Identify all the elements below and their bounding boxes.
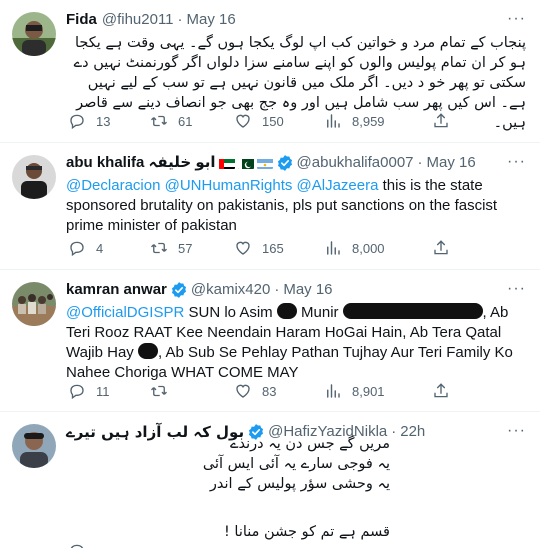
- retweet-button[interactable]: 57: [150, 239, 192, 257]
- avatar[interactable]: [12, 424, 56, 468]
- tweet-text: @Declaracion @UNHumanRights @AlJazeera t…: [66, 176, 526, 236]
- like-button[interactable]: 83: [234, 382, 276, 400]
- share-icon: [432, 112, 450, 130]
- reply-button[interactable]: 13: [68, 112, 110, 130]
- share-button[interactable]: [432, 112, 460, 130]
- avatar[interactable]: [12, 155, 56, 199]
- display-name[interactable]: Fida: [66, 10, 97, 30]
- poem-line: مریں گے جس دن یہ درندے: [230, 436, 390, 452]
- reply-count: 11: [96, 383, 110, 399]
- tweet-2[interactable]: abu khalifa ابو خلیفہ @abukhalifa0007 · …: [0, 143, 540, 270]
- timestamp[interactable]: May 16: [187, 10, 236, 30]
- reply-count: 4: [96, 240, 104, 256]
- more-icon[interactable]: ···: [507, 280, 526, 298]
- more-icon[interactable]: ···: [507, 10, 526, 28]
- redaction-mark: [342, 303, 483, 319]
- poem-line: یہ وحشی سؤر پولیس کے اندر: [209, 476, 390, 492]
- reply-icon: [68, 112, 86, 130]
- views-button[interactable]: 8,901: [324, 382, 385, 400]
- like-count: 165: [262, 240, 284, 256]
- handle[interactable]: @fihu2011: [102, 10, 174, 30]
- verified-icon: [276, 154, 294, 172]
- uae-flag-icon: [218, 157, 235, 169]
- view-count: 8,959: [352, 113, 385, 129]
- like-button[interactable]: 165: [234, 239, 284, 257]
- share-button[interactable]: [432, 382, 460, 400]
- argentina-flag-icon: [256, 157, 273, 169]
- handle[interactable]: @kamix420: [191, 280, 270, 300]
- share-button[interactable]: [432, 239, 460, 257]
- tweet-1[interactable]: Fida @fihu2011 · May 16 ··· پنجاب کے تما…: [0, 0, 540, 143]
- poem-line: قسم ہے تم کو جشن منانا !: [223, 524, 390, 540]
- avatar[interactable]: [12, 12, 56, 56]
- verified-icon: [170, 281, 188, 299]
- redaction-mark: [276, 303, 297, 319]
- display-name[interactable]: kamran anwar: [66, 280, 167, 300]
- separator: ·: [177, 11, 183, 28]
- display-name[interactable]: abu khalifa ابو خلیفہ: [66, 153, 216, 173]
- views-icon: [324, 239, 342, 257]
- reply-count: 13: [96, 113, 111, 129]
- mention-link[interactable]: @OfficialDGISPR: [66, 304, 184, 321]
- views-button[interactable]: 8,000: [324, 239, 385, 257]
- tweet-text-part: Munir: [296, 304, 339, 321]
- pakistan-flag-icon: [237, 157, 254, 169]
- retweet-icon: [150, 382, 168, 400]
- retweet-button[interactable]: 61: [150, 112, 192, 130]
- poem-line: یہ فوجی سارے یہ آئی ایس آئی: [202, 456, 390, 472]
- timestamp[interactable]: May 16: [427, 153, 476, 173]
- reply-button[interactable]: 11: [68, 382, 110, 400]
- timestamp[interactable]: May 16: [283, 280, 332, 300]
- avatar[interactable]: [12, 282, 56, 326]
- view-count: 8,000: [352, 240, 385, 256]
- retweet-count: 61: [178, 113, 193, 129]
- separator: ·: [274, 281, 280, 298]
- share-icon: [432, 382, 450, 400]
- like-count: 150: [262, 113, 284, 129]
- redaction-mark: [137, 343, 158, 359]
- handle[interactable]: @abukhalifa0007: [297, 153, 414, 173]
- poem-line: [66, 494, 390, 514]
- retweet-icon: [150, 239, 168, 257]
- reply-icon: [68, 382, 86, 400]
- share-icon: [432, 239, 450, 257]
- like-icon: [234, 112, 252, 130]
- retweet-count: 57: [178, 240, 193, 256]
- tweet-text: مریں گے جس دن یہ درندے یہ فوجی سارے یہ آ…: [66, 434, 390, 542]
- separator: ·: [417, 154, 423, 171]
- timestamp[interactable]: 22h: [400, 422, 425, 442]
- tweet-4[interactable]: بول کہ لب آزاد ہیں تیرے @HafizYazidNikla…: [0, 412, 540, 548]
- tweet-text: @OfficialDGISPR SUN lo Asim Munir, Ab Te…: [66, 303, 526, 383]
- reply-icon: [68, 542, 86, 548]
- separator: ·: [391, 423, 397, 440]
- more-icon[interactable]: ···: [507, 153, 526, 171]
- reply-icon: [68, 239, 86, 257]
- reply-button[interactable]: [68, 542, 96, 548]
- views-button[interactable]: 8,959: [324, 112, 385, 130]
- views-icon: [324, 112, 342, 130]
- view-count: 8,901: [352, 383, 385, 399]
- like-icon: [234, 382, 252, 400]
- reply-button[interactable]: 4: [68, 239, 103, 257]
- tweet-3[interactable]: kamran anwar @kamix420 · May 16 ··· @Off…: [0, 270, 540, 412]
- retweet-icon: [150, 112, 168, 130]
- more-icon[interactable]: ···: [507, 422, 526, 440]
- views-icon: [324, 382, 342, 400]
- mention-links[interactable]: @Declaracion @UNHumanRights @AlJazeera: [66, 177, 378, 194]
- like-count: 83: [262, 383, 277, 399]
- retweet-button[interactable]: [150, 382, 178, 400]
- like-icon: [234, 239, 252, 257]
- tweet-text-part: SUN lo Asim: [184, 304, 277, 321]
- like-button[interactable]: 150: [234, 112, 284, 130]
